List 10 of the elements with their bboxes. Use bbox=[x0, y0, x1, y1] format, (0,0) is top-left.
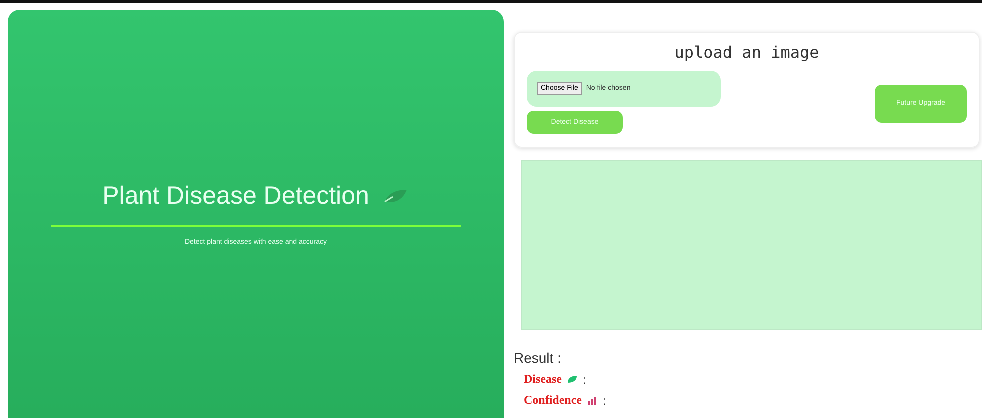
result-label: Result : bbox=[514, 350, 562, 366]
result-value: : bbox=[583, 372, 586, 386]
result-field-name: Disease bbox=[524, 372, 562, 387]
leaf-icon bbox=[567, 375, 578, 384]
result-field-name: Confidence bbox=[524, 393, 582, 408]
leaf-icon bbox=[383, 188, 410, 206]
hero-title: Plant Disease Detection bbox=[102, 182, 370, 211]
chart-icon bbox=[587, 396, 598, 405]
result-value: : bbox=[603, 394, 606, 408]
upload-heading: upload an image bbox=[674, 43, 820, 64]
